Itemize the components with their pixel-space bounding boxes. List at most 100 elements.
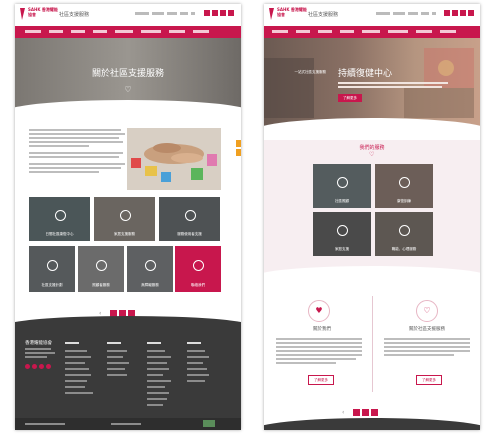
util-link[interactable] (421, 12, 429, 15)
wheelchair-icon (399, 225, 410, 237)
footer-link[interactable] (107, 356, 123, 358)
logo-icon[interactable] (19, 7, 26, 21)
page-button[interactable] (362, 409, 369, 416)
share-button[interactable] (468, 10, 474, 16)
service-tile[interactable]: 職能、心理服務 (375, 212, 433, 256)
footer-link[interactable] (65, 392, 93, 394)
email-icon[interactable] (46, 364, 51, 369)
service-tile[interactable]: 無障礙服務 (127, 246, 173, 292)
logo-icon[interactable] (268, 7, 275, 21)
nav-item[interactable] (388, 30, 408, 33)
service-tile[interactable]: 康復訓練 (375, 164, 433, 208)
footer-link[interactable] (187, 380, 205, 382)
font-size-button[interactable] (452, 10, 458, 16)
nav-item[interactable] (272, 30, 288, 33)
footer-link[interactable] (187, 356, 209, 358)
nav-item[interactable] (340, 30, 354, 33)
service-tile[interactable]: 社區照顧 (313, 164, 371, 208)
footer-link[interactable] (107, 362, 129, 364)
font-size-button[interactable] (220, 10, 226, 16)
footer-heading (187, 342, 201, 344)
service-tile[interactable]: 社區支援計劃 (29, 246, 75, 292)
util-link[interactable] (408, 12, 418, 15)
footer-link[interactable] (147, 386, 165, 388)
nav-item[interactable] (193, 30, 209, 33)
util-link[interactable] (376, 12, 390, 15)
font-size-button[interactable] (460, 10, 466, 16)
footer-link[interactable] (187, 350, 205, 352)
footer-link[interactable] (147, 398, 167, 400)
footer-link[interactable] (147, 362, 167, 364)
footer-link[interactable] (107, 368, 125, 370)
footer-link[interactable] (65, 368, 89, 370)
font-size-button[interactable] (204, 10, 210, 16)
footer-link[interactable] (107, 374, 127, 376)
phone-icon (193, 259, 204, 271)
nav-item[interactable] (141, 30, 161, 33)
hero-more-button[interactable]: 了解更多 (338, 94, 362, 102)
hero-title: 持續復健中心 (338, 69, 393, 79)
nav-item[interactable] (296, 30, 310, 33)
tile-label: 照顧者服務 (92, 283, 110, 287)
footer-link[interactable] (187, 362, 203, 364)
share-button[interactable] (228, 10, 234, 16)
instagram-icon[interactable] (39, 364, 44, 369)
text-line (276, 346, 362, 348)
service-tile[interactable]: 服務使用者支援 (159, 197, 220, 241)
card-more-button[interactable]: 了解更多 (416, 375, 442, 385)
footer-link[interactable] (187, 368, 207, 370)
footer-link[interactable] (187, 374, 209, 376)
footer-link[interactable] (147, 374, 163, 376)
page-button[interactable] (371, 409, 378, 416)
footer-link[interactable] (147, 404, 163, 406)
nav-item[interactable] (49, 30, 63, 33)
side-tab-button[interactable] (236, 149, 241, 156)
card-more-button[interactable]: 了解更多 (308, 375, 334, 385)
footer-link[interactable] (147, 356, 171, 358)
font-size-button[interactable] (212, 10, 218, 16)
service-tile[interactable]: 日間社區康復中心 (29, 197, 90, 241)
tile-label: 社區支援計劃 (41, 283, 63, 287)
youtube-icon[interactable] (32, 364, 37, 369)
search-icon[interactable] (432, 12, 436, 15)
footer-link[interactable] (65, 380, 87, 382)
util-link[interactable] (152, 12, 164, 15)
footer-link[interactable] (65, 356, 91, 358)
footer-heading (65, 342, 79, 344)
section-title: 我們的服務 (359, 145, 385, 151)
footer-link[interactable] (65, 350, 87, 352)
font-size-button[interactable] (444, 10, 450, 16)
footer-link[interactable] (147, 380, 171, 382)
nav-item[interactable] (93, 30, 107, 33)
nav-item[interactable] (440, 30, 456, 33)
footer-link[interactable] (147, 350, 165, 352)
facebook-icon[interactable] (25, 364, 30, 369)
util-link[interactable] (393, 12, 405, 15)
nav-item[interactable] (362, 30, 380, 33)
nav-item[interactable] (416, 30, 432, 33)
nav-item[interactable] (318, 30, 332, 33)
util-link[interactable] (135, 12, 149, 15)
search-icon[interactable] (191, 12, 195, 15)
footer-link[interactable] (147, 368, 169, 370)
service-tile[interactable]: 照顧者服務 (78, 246, 124, 292)
footer-link[interactable] (65, 362, 85, 364)
footer-link[interactable] (65, 374, 91, 376)
footer-link[interactable] (147, 392, 169, 394)
tile-label: 服務使用者支援 (177, 232, 202, 236)
util-link[interactable] (180, 12, 188, 15)
service-tile[interactable]: 聯絡我們 (175, 246, 221, 292)
footer-link[interactable] (65, 386, 85, 388)
side-tab-button[interactable] (236, 140, 241, 147)
text-line (276, 342, 362, 344)
util-link[interactable] (167, 12, 177, 15)
nav-item[interactable] (71, 30, 85, 33)
footer-link[interactable] (107, 350, 127, 352)
page-button[interactable] (353, 409, 360, 416)
nav-item[interactable] (169, 30, 185, 33)
service-tile[interactable]: 家居支援服務 (94, 197, 155, 241)
nav-item[interactable] (115, 30, 133, 33)
nav-item[interactable] (25, 30, 41, 33)
service-tile[interactable]: 家庭支援 (313, 212, 371, 256)
prev-arrow[interactable]: ‹ (342, 410, 348, 416)
